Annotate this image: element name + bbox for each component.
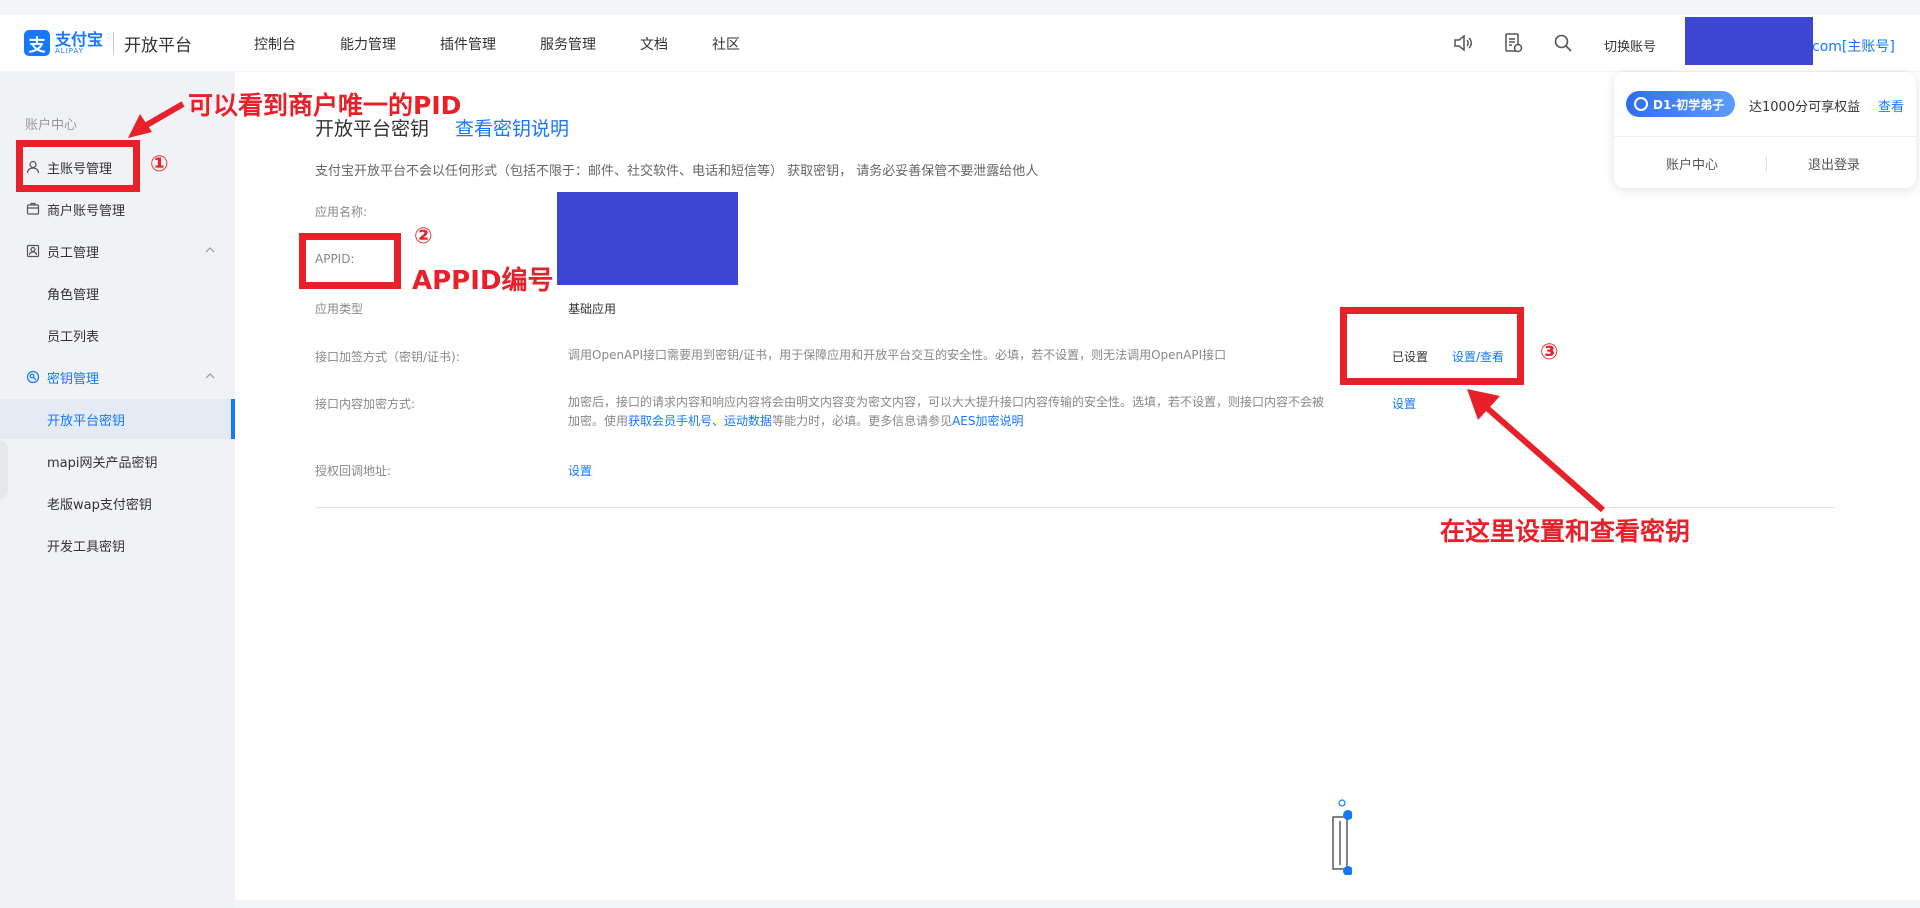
sidebar-item-label: mapi网关产品密钥 [47,455,158,471]
sidebar-item-open-platform-key[interactable]: 开放平台密钥 [0,399,235,439]
callback-setup-link[interactable]: 设置 [568,462,592,479]
text-cursor-widget[interactable] [1332,795,1352,875]
app-name-label: 应用名称: [315,205,368,219]
annotation-num-3: ③ [1540,340,1559,365]
sidebar-item-label: 员工管理 [47,245,100,261]
popover-divider [1614,136,1916,137]
staff-icon [26,244,40,258]
logo-cn-text: 支付宝 [55,29,104,49]
top-navigation-bar: 支 支付宝 ALIPAY 开放平台 控制台 能力管理 插件管理 服务管理 文档 … [0,15,1920,71]
account-redaction [1685,17,1813,65]
sidebar-item-mapi-key[interactable]: mapi网关产品密钥 [0,441,235,481]
user-popover: D1-初学弟子 达1000分可享权益 查看 账户中心 退出登录 [1614,72,1916,188]
sidebar-item-label: 角色管理 [47,287,100,303]
appid-redaction [557,192,738,285]
nav-plugin[interactable]: 插件管理 [440,34,496,54]
annotation-pid-note: 可以看到商户唯一的PID [188,91,462,120]
annotation-box-key-settings [1340,307,1524,385]
level-icon [1634,97,1648,111]
view-benefit-link[interactable]: 查看 [1878,96,1904,115]
nav-docs[interactable]: 文档 [640,34,668,54]
annotation-box-appid [299,233,401,289]
sidebar-heading: 账户中心 [25,118,78,133]
level-badge[interactable]: D1-初学弟子 [1626,91,1736,117]
logo-divider [113,32,115,54]
speaker-icon[interactable] [1452,32,1474,54]
section-divider [315,507,1835,508]
document-icon[interactable] [1502,32,1524,54]
nav-console[interactable]: 控制台 [254,34,296,54]
logo-en-text: ALIPAY [55,46,85,55]
sidebar-item-merchant-account[interactable]: 商户账号管理 [0,189,235,229]
sidebar-item-label: 开放平台密钥 [47,413,126,429]
aes-doc-link[interactable]: AES加密说明 [952,414,1023,428]
member-phone-link[interactable]: 获取会员手机号 [628,414,712,428]
nav-community[interactable]: 社区 [712,34,740,54]
switch-account-button[interactable]: 切换账号 [1604,36,1656,55]
popover-vertical-divider [1766,157,1767,171]
chevron-up-icon[interactable] [205,371,215,381]
sidebar-item-label: 商户账号管理 [47,203,126,219]
app-type-label: 应用类型 [315,302,364,316]
nav-service[interactable]: 服务管理 [540,34,596,54]
nav-capability[interactable]: 能力管理 [340,34,396,54]
annotation-num-1: ① [150,152,169,177]
sidebar-item-staff-list[interactable]: 员工列表 [0,315,235,355]
app-type-value: 基础应用 [568,302,617,316]
sidebar-item-label: 密钥管理 [47,371,100,387]
search-icon[interactable] [1552,32,1574,54]
annotation-box-main-account [16,140,140,192]
sidebar-item-dev-tool-key[interactable]: 开发工具密钥 [0,525,235,565]
sidebar-item-label: 老版wap支付密钥 [47,497,152,513]
key-icon [26,370,40,384]
sign-method-label: 接口加签方式（密钥/证书): [315,350,460,364]
sport-data-link[interactable]: 运动数据 [724,414,772,428]
sidebar-item-wap-key[interactable]: 老版wap支付密钥 [0,483,235,523]
sidebar-item-staff[interactable]: 员工管理 [0,231,235,271]
store-icon [26,202,40,215]
encrypt-method-label: 接口内容加密方式: [315,397,416,411]
sidebar-item-roles[interactable]: 角色管理 [0,273,235,313]
alipay-logo[interactable]: 支 支付宝 ALIPAY 开放平台 [24,30,192,56]
sidebar-collapse-handle[interactable] [0,440,8,500]
sidebar-item-label: 开发工具密钥 [47,539,126,555]
main-panel: 开放平台密钥 查看密钥说明 支付宝开放平台不会以任何形式（包括不限于：邮件、社交… [235,72,1920,900]
callback-url-label: 授权回调地址: [315,464,392,478]
logout-link[interactable]: 退出登录 [1808,154,1860,173]
annotation-key-note: 在这里设置和查看密钥 [1440,517,1691,546]
account-center-link[interactable]: 账户中心 [1666,154,1718,173]
main-nav: 控制台 能力管理 插件管理 服务管理 文档 社区 [254,34,784,54]
annotation-num-2: ② [414,224,433,249]
platform-name: 开放平台 [124,35,193,56]
encrypt-method-desc: 加密后，接口的请求内容和响应内容将会由明文内容变为密文内容，可以大大提升接口内容… [568,395,1325,428]
benefit-text: 达1000分可享权益 [1749,100,1861,115]
sign-method-desc: 调用OpenAPI接口需要用到密钥/证书，用于保障应用和开放平台交互的安全性。必… [568,348,1227,362]
sidebar: 账户中心 主账号管理 商户账号管理 员工管理 角色管理 员工列表 密钥管理 开放… [0,72,235,908]
annotation-appid-note: APPID编号 [412,266,554,296]
key-doc-link[interactable]: 查看密钥说明 [455,114,569,141]
encrypt-setup-link[interactable]: 设置 [1392,395,1416,412]
sidebar-item-label: 员工列表 [47,329,100,345]
account-name[interactable]: com[主账号] [1812,36,1895,56]
sidebar-item-key-management[interactable]: 密钥管理 [0,357,235,397]
chevron-up-icon[interactable] [205,245,215,255]
security-notice: 支付宝开放平台不会以任何形式（包括不限于：邮件、社交软件、电话和短信等） 获取密… [315,164,1039,179]
alipay-logo-icon: 支 [24,30,50,56]
